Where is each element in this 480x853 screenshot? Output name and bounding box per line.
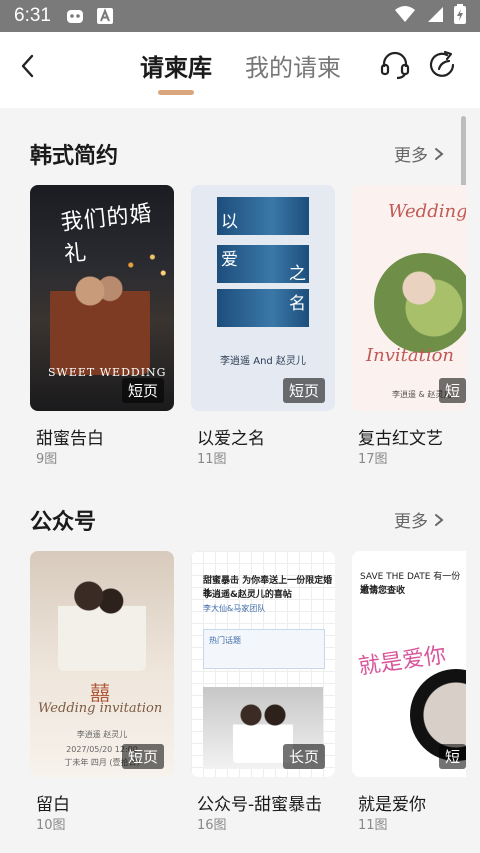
card-art-char: 之 bbox=[289, 264, 306, 284]
template-name[interactable]: 留白 bbox=[36, 790, 70, 815]
template-name[interactable]: 以爱之名 bbox=[197, 424, 265, 449]
card-art-line: 李逍遥&赵灵儿的喜帖 bbox=[203, 590, 292, 600]
back-button[interactable] bbox=[12, 50, 44, 82]
headphones-icon bbox=[380, 51, 410, 80]
more-button-section-1[interactable]: 更多 bbox=[394, 141, 444, 166]
couple-photo-circle bbox=[374, 253, 466, 353]
notification-a-icon bbox=[95, 6, 115, 26]
template-name[interactable]: 公众号-甜蜜暴击 bbox=[197, 790, 322, 815]
customer-service-button[interactable] bbox=[376, 46, 414, 84]
couple-photo bbox=[50, 255, 150, 375]
page-type-badge: 短 bbox=[438, 378, 466, 403]
signal-icon bbox=[426, 5, 444, 27]
template-card-retro-red[interactable]: Wedding Invitation 李逍遥 & 赵灵儿 短 bbox=[352, 185, 466, 411]
image-count: 17图 bbox=[358, 452, 388, 467]
share-icon bbox=[429, 50, 455, 77]
template-card-sweet-confession[interactable]: 我们的婚礼 SWEET WEDDING 短页 bbox=[30, 185, 174, 411]
image-count: 10图 bbox=[36, 818, 66, 833]
more-label: 更多 bbox=[394, 146, 428, 166]
share-button[interactable] bbox=[424, 46, 462, 84]
template-name[interactable]: 就是爱你 bbox=[358, 790, 426, 815]
page-type-badge: 短页 bbox=[121, 744, 164, 769]
chevron-right-icon bbox=[435, 147, 444, 160]
card-art-char: 以 bbox=[221, 212, 238, 232]
notification-app-icon bbox=[65, 6, 85, 26]
active-tab-indicator bbox=[158, 90, 194, 95]
card-art-names: 李逍遥 赵灵儿 bbox=[76, 730, 128, 739]
card-art-line: 邀请您查收 bbox=[360, 586, 406, 596]
page-type-badge: 长页 bbox=[282, 744, 325, 769]
section-title-korean-simple: 韩式简约 bbox=[30, 144, 119, 169]
more-label: 更多 bbox=[394, 512, 428, 532]
image-count: 11图 bbox=[197, 452, 227, 467]
template-name[interactable]: 复古红文艺 bbox=[358, 424, 443, 449]
tab-my-invitations[interactable]: 我的请柬 bbox=[245, 48, 341, 83]
card-art-script: Wedding bbox=[388, 201, 466, 222]
battery-icon bbox=[454, 4, 466, 28]
template-card-official-account-sweet-crit[interactable]: 甜蜜暴击 为你奉送上一份限定婚礼 李逍遥&赵灵儿的喜帖 李大仙&马家团队 热门话… bbox=[191, 551, 335, 777]
more-button-section-2[interactable]: 更多 bbox=[394, 507, 444, 532]
card-art-line: 李大仙&马家团队 bbox=[203, 604, 266, 613]
chevron-left-icon bbox=[21, 54, 34, 78]
card-art-script: Invitation bbox=[366, 345, 455, 366]
template-library-content[interactable]: 韩式简约 更多 我们的婚礼 SWEET WEDDING 短页 甜蜜告白 9图 以… bbox=[0, 108, 480, 853]
card-art-script: Wedding invitation bbox=[38, 701, 163, 716]
chevron-right-icon bbox=[435, 513, 444, 526]
page-type-badge: 短 bbox=[438, 744, 466, 769]
template-card-just-love-you[interactable]: SAVE THE DATE 有一份婚礼 邀请您查收 就是爱你 短 bbox=[352, 551, 466, 777]
section-title-official-account: 公众号 bbox=[30, 510, 97, 535]
template-name[interactable]: 甜蜜告白 bbox=[36, 424, 104, 449]
card-art-char: 名 bbox=[289, 294, 306, 314]
status-bar: 6:31 bbox=[0, 0, 480, 32]
page-type-badge: 短页 bbox=[121, 378, 164, 403]
couple-photo bbox=[58, 571, 146, 671]
template-card-in-the-name-of-love[interactable]: 以 爱 之 名 李逍遥 And 赵灵儿 短页 bbox=[191, 185, 335, 411]
tab-invitation-library[interactable]: 请柬库 bbox=[140, 48, 212, 83]
card-art-line: 热门话题 bbox=[209, 636, 241, 645]
card-art-names: 李逍遥 And 赵灵儿 bbox=[220, 356, 306, 367]
image-count: 9图 bbox=[36, 452, 58, 467]
page-type-badge: 短页 bbox=[282, 378, 325, 403]
status-time: 6:31 bbox=[14, 5, 51, 26]
wifi-icon bbox=[394, 5, 416, 27]
image-count: 11图 bbox=[358, 818, 388, 833]
top-navigation-bar: 请柬库 我的请柬 bbox=[0, 32, 480, 108]
card-art-char: 爱 bbox=[221, 250, 238, 270]
image-count: 16图 bbox=[197, 818, 227, 833]
template-card-blank-space[interactable]: 囍 Wedding invitation 李逍遥 赵灵儿 2027/05/20 … bbox=[30, 551, 174, 777]
